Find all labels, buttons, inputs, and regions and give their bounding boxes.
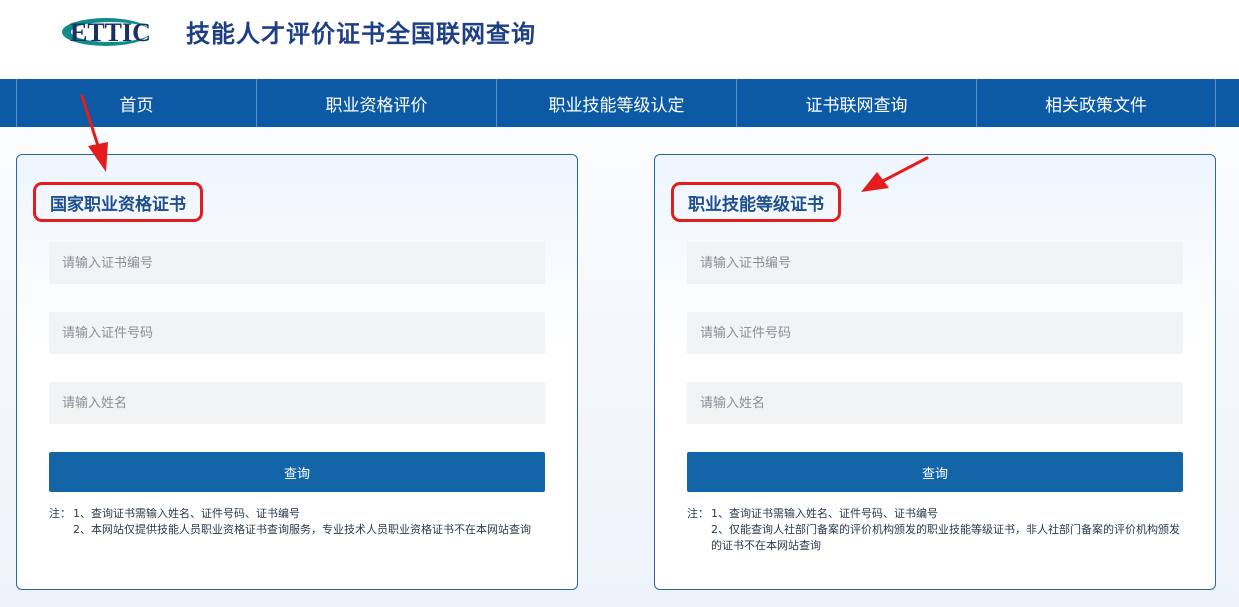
name-input[interactable] (687, 382, 1183, 424)
site-title: 技能人才评价证书全国联网查询 (186, 20, 536, 48)
query-notes: 注： 1、查询证书需输入姓名、证件号码、证书编号 2、仅能查询人社部门备案的评价… (687, 506, 1187, 554)
main-nav: 首页 职业资格评价 职业技能等级认定 证书联网查询 相关政策文件 (0, 79, 1239, 127)
certificate-number-input[interactable] (49, 242, 545, 284)
id-number-input[interactable] (49, 312, 545, 354)
query-button[interactable]: 查询 (687, 452, 1183, 492)
nav-vocational-qualification[interactable]: 职业资格评价 (256, 79, 496, 127)
panel-title: 职业技能等级证书 (671, 182, 841, 222)
annotation-arrow-icon (80, 94, 108, 172)
name-input[interactable] (49, 382, 545, 424)
note-prefix: 注： (49, 507, 71, 520)
annotation-arrow-icon (861, 156, 929, 192)
certificate-number-input[interactable] (687, 242, 1183, 284)
site-header: ETTIC 技能人才评价证书全国联网查询 (0, 0, 1239, 79)
svg-text:ETTIC: ETTIC (70, 18, 151, 47)
note-prefix: 注： (687, 507, 709, 520)
note-item: 2、本网站仅提供技能人员职业资格证书查询服务，专业技术人员职业资格证书不在本网站… (73, 523, 531, 536)
note-item: 1、查询证书需输入姓名、证件号码、证书编号 (711, 507, 938, 520)
nav-skill-level-certification[interactable]: 职业技能等级认定 (496, 79, 736, 127)
skill-level-certificate-panel: 职业技能等级证书 查询 注： 1、查询证书需输入姓名、证件号码、证书编号 2、仅… (654, 154, 1216, 590)
qualification-certificate-panel: 国家职业资格证书 查询 注： 1、查询证书需输入姓名、证件号码、证书编号 2、本… (16, 154, 578, 590)
id-number-input[interactable] (687, 312, 1183, 354)
nav-certificate-query[interactable]: 证书联网查询 (736, 79, 976, 127)
nav-home[interactable]: 首页 (16, 79, 256, 127)
query-notes: 注： 1、查询证书需输入姓名、证件号码、证书编号 2、本网站仅提供技能人员职业资… (49, 506, 549, 538)
nav-policy-documents[interactable]: 相关政策文件 (976, 79, 1216, 127)
note-item: 1、查询证书需输入姓名、证件号码、证书编号 (73, 507, 300, 520)
query-button[interactable]: 查询 (49, 452, 545, 492)
note-item: 2、仅能查询人社部门备案的评价机构颁发的职业技能等级证书，非人社部门备案的评价机… (711, 523, 1180, 552)
panel-title: 国家职业资格证书 (33, 182, 203, 222)
ettic-logo[interactable]: ETTIC (58, 12, 174, 52)
